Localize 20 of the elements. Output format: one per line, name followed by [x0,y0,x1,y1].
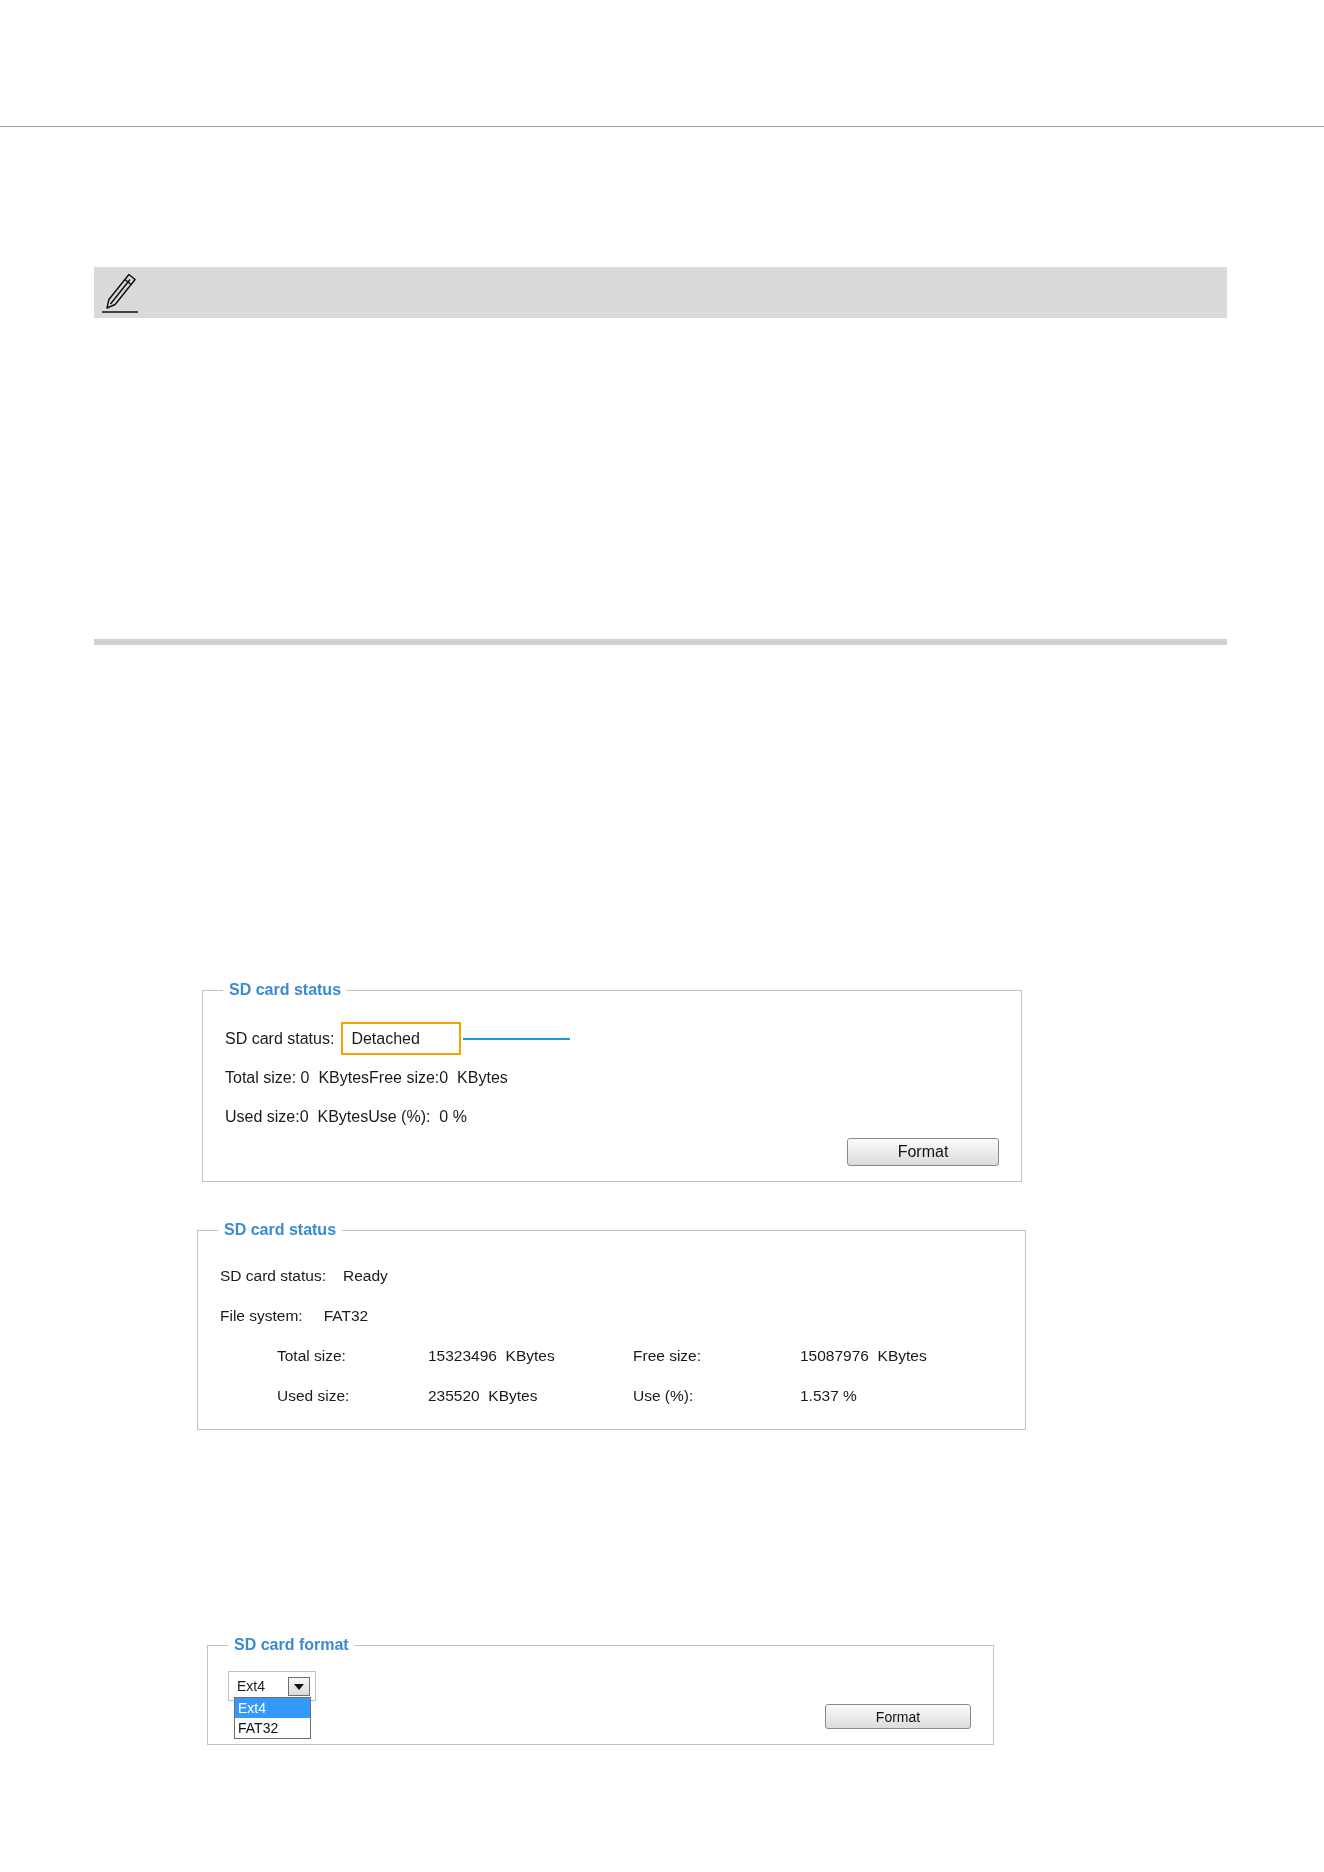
dropdown-option[interactable]: FAT32 [235,1718,310,1738]
field-label: Free size: [633,1347,703,1365]
format-button[interactable]: Format [847,1138,999,1166]
status-value: Ready [342,1267,388,1285]
field-label: File system: [220,1307,303,1325]
status-label: SD card status: [220,1267,326,1285]
size-info: Total size: 0 KBytesFree size:0 KBytes [225,1068,508,1087]
status-value: Detached [341,1022,462,1055]
field-value: FAT32 [323,1307,369,1325]
pencil-icon [101,272,139,313]
field-label: Used size: [277,1387,351,1405]
field-value: 15087976 KBytes [800,1347,928,1365]
size-info: Used size:0 KBytesUse (%): 0 % [225,1107,467,1126]
field-value: 235520 KBytes [428,1387,539,1405]
field-label: Total size: [277,1347,347,1365]
field-value: 1.537 % [800,1387,858,1405]
status-label: SD card status: [225,1029,335,1048]
field-value: 15323496 KBytes [428,1347,556,1365]
field-label: Use (%): [633,1387,695,1405]
format-button[interactable]: Format [825,1704,971,1729]
